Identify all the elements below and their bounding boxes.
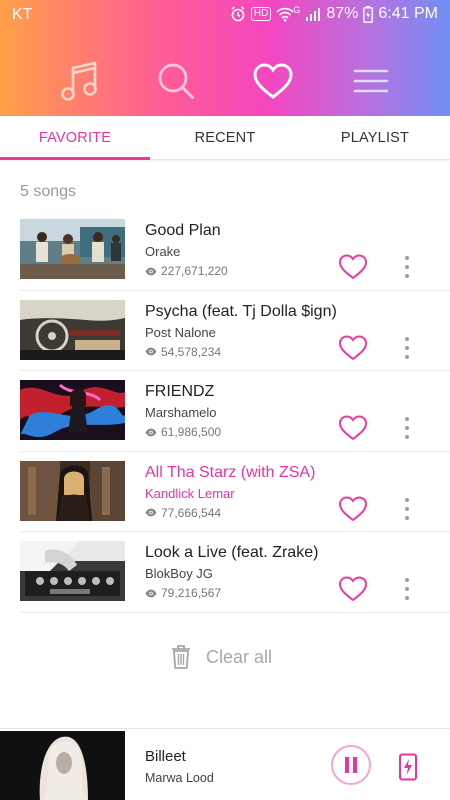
now-playing-thumbnail <box>0 731 125 800</box>
app-header: KT HD G 87% 6:41 PM <box>0 0 450 116</box>
views-count: 79,216,567 <box>161 586 222 600</box>
now-playing-artist: Marwa Lood <box>145 771 214 785</box>
song-title: All Tha Starz (with ZSA) <box>145 463 316 481</box>
song-row[interactable]: Good Plan Orake 227,671,220 <box>0 210 450 291</box>
clock: 6:41 PM <box>378 5 438 22</box>
pause-icon <box>345 757 349 773</box>
carrier-label: KT <box>12 6 33 23</box>
song-list: Good Plan Orake 227,671,220 Psycha (feat… <box>0 210 450 613</box>
views-count: 227,671,220 <box>161 264 228 278</box>
favorite-heart-icon[interactable] <box>338 414 368 442</box>
song-artist: Kandlick Lemar <box>145 485 235 501</box>
song-row[interactable]: Psycha (feat. Tj Dolla $ign) Post Nalone… <box>0 291 450 372</box>
song-row-now-playing[interactable]: All Tha Starz (with ZSA) Kandlick Lemar … <box>0 452 450 533</box>
active-tab-indicator <box>0 157 150 160</box>
more-options-icon[interactable] <box>398 254 416 280</box>
song-artist: Orake <box>145 244 181 259</box>
search-icon[interactable] <box>153 58 199 104</box>
song-row[interactable]: Look a Live (feat. Zrake) BlokBoy JG 79,… <box>0 532 450 613</box>
tab-favorite[interactable]: FAVORITE <box>0 116 150 160</box>
signal-icon <box>306 8 321 21</box>
status-icons: HD G 87% 6:41 PM <box>230 5 438 23</box>
more-options-icon[interactable] <box>398 576 416 602</box>
song-thumbnail <box>20 380 125 440</box>
favorite-heart-icon[interactable] <box>338 253 368 281</box>
song-thumbnail <box>20 299 125 360</box>
alarm-icon <box>231 6 245 22</box>
song-artist: BlokBoy JG <box>145 566 213 581</box>
hd-badge: HD <box>250 7 272 21</box>
song-count: 5 songs <box>20 183 77 200</box>
tab-bar: FAVORITE RECENT PLAYLIST <box>0 116 450 160</box>
views-count: 54,578,234 <box>161 344 222 359</box>
song-row[interactable]: FRIENDZ Marshamelo 61,986,500 <box>0 371 450 452</box>
song-title: Good Plan <box>145 222 221 239</box>
views-count: 61,986,500 <box>161 425 222 439</box>
song-views: 227,671,220 <box>145 264 228 278</box>
song-artist: Marshamelo <box>145 405 217 420</box>
clear-all-button[interactable]: Clear all <box>170 640 272 674</box>
song-thumbnail <box>20 541 125 601</box>
mini-player[interactable]: Billeet Marwa Lood <box>0 728 450 800</box>
music-note-icon[interactable] <box>56 58 102 104</box>
tab-playlist[interactable]: PLAYLIST <box>300 116 450 160</box>
song-title: FRIENDZ <box>145 383 215 400</box>
now-playing-title: Billeet <box>145 748 186 765</box>
heart-icon[interactable] <box>250 58 296 104</box>
battery-charging-icon <box>363 5 374 23</box>
menu-icon[interactable] <box>348 58 394 104</box>
song-title: Look a Live (feat. Zrake) <box>145 544 319 561</box>
network-type-badge: G <box>293 5 301 15</box>
eye-icon <box>145 347 157 356</box>
song-views: 77,666,544 <box>145 506 221 520</box>
song-views: 79,216,567 <box>145 586 221 600</box>
favorite-heart-icon[interactable] <box>338 334 368 362</box>
views-count: 77,666,544 <box>161 505 222 520</box>
wifi-icon <box>276 7 294 22</box>
eye-icon <box>145 267 157 275</box>
status-bar: KT HD G 87% 6:41 PM <box>0 0 450 30</box>
favorite-heart-icon[interactable] <box>338 495 368 523</box>
pause-button[interactable] <box>331 745 371 785</box>
more-options-icon[interactable] <box>398 335 416 361</box>
tab-recent[interactable]: RECENT <box>150 116 300 160</box>
top-nav <box>0 50 450 110</box>
song-views: 61,986,500 <box>145 425 221 439</box>
more-options-icon[interactable] <box>398 415 416 441</box>
favorite-heart-icon[interactable] <box>338 575 368 603</box>
song-thumbnail <box>20 219 125 279</box>
song-title: Psycha (feat. Tj Dolla $ign) <box>145 302 337 320</box>
eye-icon <box>145 589 157 597</box>
more-options-icon[interactable] <box>398 496 416 522</box>
song-views: 54,578,234 <box>145 345 221 359</box>
clear-all-label: Clear all <box>206 646 273 667</box>
song-thumbnail <box>20 460 125 521</box>
battery-percent: 87% <box>326 5 359 22</box>
popup-player-icon[interactable] <box>398 753 418 781</box>
eye-icon <box>145 428 157 436</box>
song-artist: Post Nalone <box>145 324 216 340</box>
trash-icon <box>172 645 190 669</box>
eye-icon <box>145 508 157 517</box>
